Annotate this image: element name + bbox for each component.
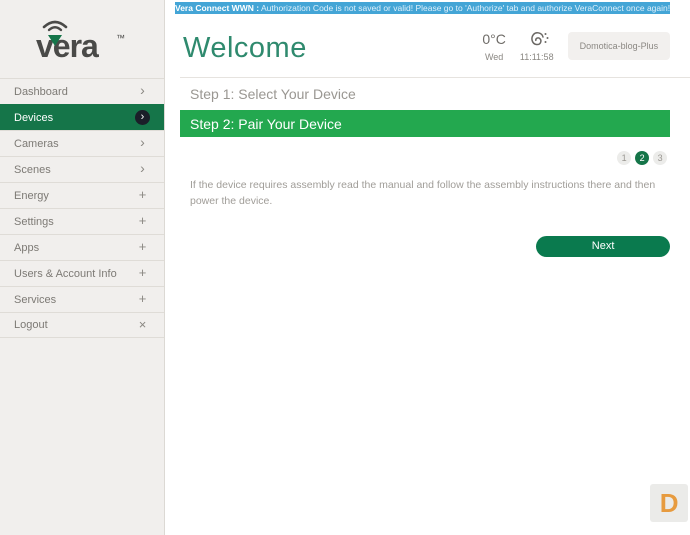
- alert-banner-prefix: Vera Connect WWN :: [175, 3, 260, 13]
- sidebar-item-apps[interactable]: Apps +: [0, 234, 164, 260]
- main-area: Vera Connect WWN : Authorization Code is…: [165, 0, 690, 535]
- chevron-right-icon: ›: [140, 160, 145, 176]
- sidebar-item-label: Users & Account Info: [14, 267, 117, 280]
- wizard-step-2-header[interactable]: Step 2: Pair Your Device: [180, 110, 671, 137]
- sidebar-item-label: Services: [14, 293, 57, 306]
- sidebar-item-label: Scenes: [14, 163, 51, 176]
- next-button[interactable]: Next: [536, 235, 671, 257]
- sidebar-item-label: Devices: [14, 111, 54, 124]
- temperature-value: 0°C: [482, 31, 506, 47]
- sidebar-item-users-account-info[interactable]: Users & Account Info +: [0, 260, 164, 286]
- page-title: Welcome: [183, 32, 307, 64]
- sidebar-item-label: Cameras: [14, 137, 59, 150]
- sidebar-item-services[interactable]: Services +: [0, 286, 164, 312]
- sidebar-item-settings[interactable]: Settings +: [0, 208, 164, 234]
- chevron-right-icon: ›: [135, 110, 150, 125]
- sidebar-item-label: Apps: [14, 241, 40, 254]
- pagination-page-3[interactable]: 3: [653, 151, 668, 165]
- chevron-right-icon: ›: [140, 134, 145, 150]
- svg-text:™: ™: [116, 33, 125, 43]
- plus-icon: +: [138, 213, 147, 228]
- sidebar-item-cameras[interactable]: Cameras ›: [0, 130, 164, 156]
- alert-banner-message: Authorization Code is not saved or valid…: [259, 3, 671, 13]
- plus-icon: +: [138, 187, 147, 202]
- vera-logo: vera ™: [0, 0, 164, 78]
- app-window: vera ™ Dashboard › Devices › Cameras › S…: [0, 0, 690, 535]
- sidebar-item-label: Energy: [14, 189, 49, 202]
- sidebar-item-scenes[interactable]: Scenes ›: [0, 156, 164, 182]
- sidebar-item-label: Logout: [14, 319, 48, 331]
- sidebar-item-dashboard[interactable]: Dashboard ›: [0, 78, 164, 104]
- pagination-page-1[interactable]: 1: [617, 151, 632, 165]
- vera-logo-icon: vera ™: [36, 20, 125, 64]
- sidebar-item-devices[interactable]: Devices ›: [0, 104, 164, 130]
- plus-icon: +: [138, 291, 147, 306]
- plus-icon: +: [138, 239, 147, 254]
- chevron-right-icon: ›: [140, 82, 145, 98]
- sidebar-item-logout[interactable]: Logout ×: [0, 312, 164, 338]
- page-header: Welcome 0°C Wed 11:11:58 Domotica-blog-P…: [165, 14, 690, 65]
- wizard-pagination: 1 2 3: [180, 151, 668, 165]
- alert-banner: Vera Connect WWN : Authorization Code is…: [175, 2, 671, 14]
- sidebar: vera ™ Dashboard › Devices › Cameras › S…: [0, 0, 165, 535]
- domotica-watermark-badge: D: [650, 484, 689, 522]
- controller-selector-dropdown[interactable]: Domotica-blog-Plus: [567, 32, 671, 60]
- close-icon: ×: [138, 316, 147, 332]
- sidebar-item-energy[interactable]: Energy +: [0, 182, 164, 208]
- wind-weather-icon: [520, 30, 554, 48]
- clock-time: 11:11:58: [519, 52, 554, 62]
- wizard-panel: Step 1: Select Your Device Step 2: Pair …: [180, 77, 690, 257]
- weather-widget: 0°C Wed: [482, 24, 506, 62]
- svg-text:vera: vera: [36, 28, 99, 64]
- sidebar-item-label: Settings: [14, 215, 54, 228]
- weather-day: Wed: [484, 52, 504, 62]
- wizard-instructions: If the device requires assembly read the…: [190, 179, 656, 208]
- clock-widget: 11:11:58: [520, 24, 554, 62]
- pagination-page-2[interactable]: 2: [635, 151, 650, 165]
- header-status-group: 0°C Wed 11:11:58 Domotica-blog-Plus: [482, 24, 671, 62]
- sidebar-item-label: Dashboard: [14, 85, 68, 98]
- sidebar-menu: Dashboard › Devices › Cameras › Scenes ›…: [0, 78, 164, 338]
- plus-icon: +: [138, 265, 147, 280]
- wizard-step-1-header[interactable]: Step 1: Select Your Device: [180, 78, 690, 110]
